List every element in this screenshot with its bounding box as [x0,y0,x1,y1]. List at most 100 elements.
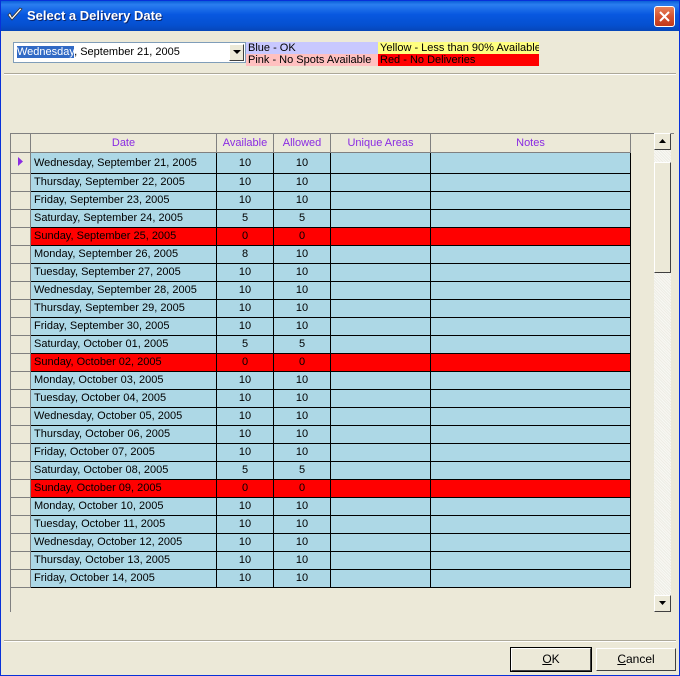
column-header-allowed[interactable]: Allowed [273,134,331,153]
unique-areas-cell[interactable] [330,443,431,462]
unique-areas-cell[interactable] [330,245,431,264]
notes-cell[interactable] [430,515,631,534]
available-cell[interactable]: 10 [216,299,274,318]
unique-areas-cell[interactable] [330,191,431,210]
date-cell[interactable]: Wednesday, September 28, 2005 [30,281,217,300]
available-cell[interactable]: 10 [216,317,274,336]
allowed-cell[interactable]: 5 [273,209,331,228]
allowed-cell[interactable]: 10 [273,173,331,192]
allowed-cell[interactable]: 10 [273,371,331,390]
table-row[interactable]: Thursday, September 22, 2005 10 10 [11,173,631,192]
unique-areas-cell[interactable] [330,209,431,228]
date-cell[interactable]: Friday, September 30, 2005 [30,317,217,336]
date-cell[interactable]: Monday, October 03, 2005 [30,371,217,390]
table-row[interactable]: Thursday, October 06, 2005 10 10 [11,425,631,444]
allowed-cell[interactable]: 10 [273,533,331,552]
allowed-cell[interactable]: 10 [273,389,331,408]
available-cell[interactable]: 10 [216,389,274,408]
notes-cell[interactable] [430,299,631,318]
ok-button[interactable]: OK [510,647,592,672]
column-header-unique-areas[interactable]: Unique Areas [330,134,431,153]
row-selector[interactable] [11,281,31,300]
unique-areas-cell[interactable] [330,533,431,552]
available-cell[interactable]: 5 [216,461,274,480]
unique-areas-cell[interactable] [330,281,431,300]
unique-areas-cell[interactable] [330,353,431,372]
table-row[interactable]: Friday, September 23, 2005 10 10 [11,191,631,210]
cancel-button[interactable]: Cancel [596,648,676,671]
row-selector[interactable] [11,263,31,282]
date-cell[interactable]: Saturday, October 08, 2005 [30,461,217,480]
row-selector[interactable] [11,461,31,480]
date-cell[interactable]: Friday, September 23, 2005 [30,191,217,210]
table-row[interactable]: Thursday, September 29, 2005 10 10 [11,299,631,318]
notes-cell[interactable] [430,281,631,300]
date-cell[interactable]: Thursday, October 13, 2005 [30,551,217,570]
table-row[interactable]: Monday, October 03, 2005 10 10 [11,371,631,390]
allowed-cell[interactable]: 5 [273,335,331,354]
unique-areas-cell[interactable] [330,407,431,426]
row-selector[interactable] [11,407,31,426]
table-row[interactable]: Sunday, October 09, 2005 0 0 [11,479,631,498]
date-cell[interactable]: Tuesday, September 27, 2005 [30,263,217,282]
date-cell[interactable]: Sunday, October 02, 2005 [30,353,217,372]
date-cell[interactable]: Monday, October 10, 2005 [30,497,217,516]
allowed-cell[interactable]: 10 [273,317,331,336]
unique-areas-cell[interactable] [330,461,431,480]
unique-areas-cell[interactable] [330,551,431,570]
notes-cell[interactable] [430,461,631,480]
unique-areas-cell[interactable] [330,173,431,192]
row-selector[interactable] [11,425,31,444]
table-row[interactable]: Saturday, October 01, 2005 5 5 [11,335,631,354]
unique-areas-cell[interactable] [330,152,431,174]
notes-cell[interactable] [430,371,631,390]
date-cell[interactable]: Wednesday, October 12, 2005 [30,533,217,552]
table-row[interactable]: Monday, October 10, 2005 10 10 [11,497,631,516]
notes-cell[interactable] [430,569,631,588]
date-cell[interactable]: Thursday, September 29, 2005 [30,299,217,318]
scroll-down-button[interactable] [654,595,671,612]
column-header-available[interactable]: Available [216,134,274,153]
row-selector[interactable] [11,371,31,390]
row-selector[interactable] [11,569,31,588]
date-cell[interactable]: Tuesday, October 11, 2005 [30,515,217,534]
unique-areas-cell[interactable] [330,479,431,498]
table-row[interactable]: Wednesday, September 28, 2005 10 10 [11,281,631,300]
table-row[interactable]: Wednesday, October 12, 2005 10 10 [11,533,631,552]
allowed-cell[interactable]: 10 [273,515,331,534]
row-selector[interactable] [11,497,31,516]
column-header-date[interactable]: Date [30,134,217,153]
available-cell[interactable]: 10 [216,425,274,444]
notes-cell[interactable] [430,389,631,408]
date-cell[interactable]: Wednesday, October 05, 2005 [30,407,217,426]
notes-cell[interactable] [430,497,631,516]
notes-cell[interactable] [430,317,631,336]
unique-areas-cell[interactable] [330,263,431,282]
row-selector[interactable] [11,299,31,318]
unique-areas-cell[interactable] [330,425,431,444]
allowed-cell[interactable]: 10 [273,443,331,462]
notes-cell[interactable] [430,209,631,228]
date-cell[interactable]: Thursday, October 06, 2005 [30,425,217,444]
allowed-cell[interactable]: 10 [273,569,331,588]
date-cell[interactable]: Saturday, September 24, 2005 [30,209,217,228]
unique-areas-cell[interactable] [330,389,431,408]
date-cell[interactable]: Tuesday, October 04, 2005 [30,389,217,408]
unique-areas-cell[interactable] [330,227,431,246]
close-button[interactable] [654,6,675,27]
available-cell[interactable]: 10 [216,551,274,570]
unique-areas-cell[interactable] [330,497,431,516]
available-cell[interactable]: 10 [216,569,274,588]
unique-areas-cell[interactable] [330,299,431,318]
date-cell[interactable]: Friday, October 14, 2005 [30,569,217,588]
table-row[interactable]: Sunday, October 02, 2005 0 0 [11,353,631,372]
table-row[interactable]: Wednesday, October 05, 2005 10 10 [11,407,631,426]
table-row[interactable]: Wednesday, September 21, 2005 10 10 [11,152,631,174]
unique-areas-cell[interactable] [330,371,431,390]
available-cell[interactable]: 5 [216,335,274,354]
available-cell[interactable]: 0 [216,227,274,246]
allowed-cell[interactable]: 10 [273,425,331,444]
row-selector[interactable] [11,353,31,372]
unique-areas-cell[interactable] [330,317,431,336]
allowed-cell[interactable]: 5 [273,461,331,480]
